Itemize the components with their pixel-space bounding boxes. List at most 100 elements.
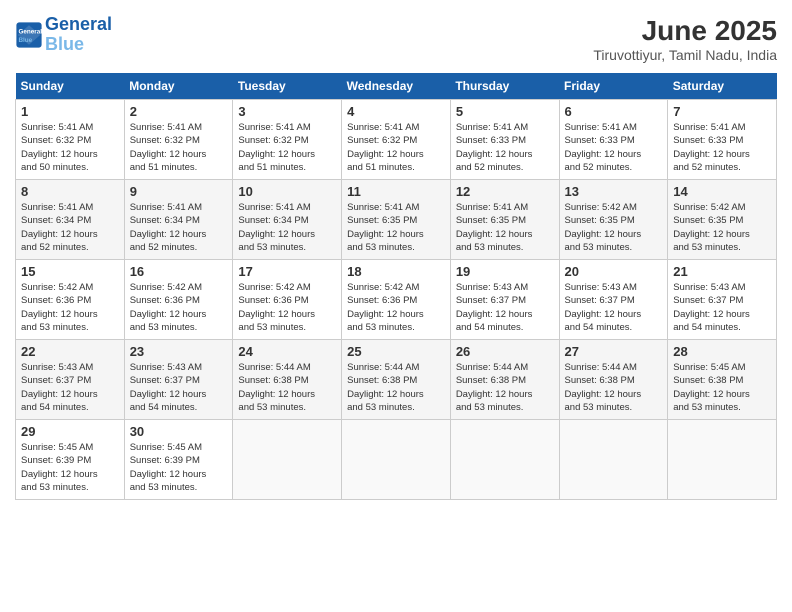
calendar-cell: 7Sunrise: 5:41 AM Sunset: 6:33 PM Daylig… bbox=[668, 100, 777, 180]
day-info: Sunrise: 5:41 AM Sunset: 6:34 PM Dayligh… bbox=[21, 201, 119, 254]
calendar-cell: 19 Sunrise: 5:43 AM Sunset: 6:37 PM Dayli… bbox=[450, 260, 559, 340]
day-number: 1 bbox=[21, 104, 119, 119]
day-number: 8 bbox=[21, 184, 119, 199]
day-number: 27 bbox=[565, 344, 663, 359]
calendar-cell: 28Sunrise: 5:45 AM Sunset: 6:38 PM Dayli… bbox=[668, 340, 777, 420]
day-info: Sunrise: 5:44 AM Sunset: 6:38 PM Dayligh… bbox=[347, 361, 445, 414]
day-number: 2 bbox=[130, 104, 228, 119]
svg-text:General: General bbox=[19, 28, 43, 35]
calendar-cell: 5 Sunrise: 5:41 AM Sunset: 6:33 PM Daylig… bbox=[450, 100, 559, 180]
day-info: Sunrise: 5:43 AM Sunset: 6:37 PM Dayligh… bbox=[673, 281, 771, 334]
calendar-week-row: 15 Sunrise: 5:42 AM Sunset: 6:36 PM Dayli… bbox=[16, 260, 777, 340]
day-number: 9 bbox=[130, 184, 228, 199]
calendar-cell: 6 Sunrise: 5:41 AM Sunset: 6:33 PM Daylig… bbox=[559, 100, 668, 180]
day-number: 6 bbox=[565, 104, 663, 119]
logo-text: General Blue bbox=[45, 15, 112, 55]
day-info: Sunrise: 5:41 AM Sunset: 6:35 PM Dayligh… bbox=[456, 201, 554, 254]
calendar-cell: 10Sunrise: 5:41 AM Sunset: 6:34 PM Dayli… bbox=[233, 180, 342, 260]
calendar-cell: 16 Sunrise: 5:42 AM Sunset: 6:36 PM Dayli… bbox=[124, 260, 233, 340]
weekday-header-saturday: Saturday bbox=[668, 73, 777, 100]
calendar-cell bbox=[233, 420, 342, 500]
day-number: 11 bbox=[347, 184, 445, 199]
day-number: 13 bbox=[565, 184, 663, 199]
calendar-table: SundayMondayTuesdayWednesdayThursdayFrid… bbox=[15, 73, 777, 500]
day-number: 3 bbox=[238, 104, 336, 119]
day-info: Sunrise: 5:41 AM Sunset: 6:32 PM Dayligh… bbox=[238, 121, 336, 174]
page-header: General Blue General Blue June 2025 Tiru… bbox=[15, 15, 777, 63]
calendar-cell: 24 Sunrise: 5:44 AM Sunset: 6:38 PM Dayli… bbox=[233, 340, 342, 420]
calendar-cell: 30 Sunrise: 5:45 AM Sunset: 6:39 PM Dayli… bbox=[124, 420, 233, 500]
calendar-cell: 2 Sunrise: 5:41 AM Sunset: 6:32 PM Daylig… bbox=[124, 100, 233, 180]
day-number: 24 bbox=[238, 344, 336, 359]
calendar-cell bbox=[342, 420, 451, 500]
title-area: June 2025 Tiruvottiyur, Tamil Nadu, Indi… bbox=[593, 15, 777, 63]
calendar-cell: 23 Sunrise: 5:43 AM Sunset: 6:37 PM Dayli… bbox=[124, 340, 233, 420]
day-number: 23 bbox=[130, 344, 228, 359]
day-number: 15 bbox=[21, 264, 119, 279]
calendar-week-row: 22 Sunrise: 5:43 AM Sunset: 6:37 PM Dayli… bbox=[16, 340, 777, 420]
calendar-cell: 25 Sunrise: 5:44 AM Sunset: 6:38 PM Dayli… bbox=[342, 340, 451, 420]
day-number: 5 bbox=[456, 104, 554, 119]
calendar-cell: 15 Sunrise: 5:42 AM Sunset: 6:36 PM Dayli… bbox=[16, 260, 125, 340]
day-number: 20 bbox=[565, 264, 663, 279]
calendar-week-row: 29 Sunrise: 5:45 AM Sunset: 6:39 PM Dayli… bbox=[16, 420, 777, 500]
logo-line1: General bbox=[45, 14, 112, 34]
day-number: 19 bbox=[456, 264, 554, 279]
calendar-cell bbox=[559, 420, 668, 500]
calendar-cell: 9Sunrise: 5:41 AM Sunset: 6:34 PM Daylig… bbox=[124, 180, 233, 260]
day-info: Sunrise: 5:44 AM Sunset: 6:38 PM Dayligh… bbox=[456, 361, 554, 414]
day-number: 17 bbox=[238, 264, 336, 279]
svg-text:Blue: Blue bbox=[19, 37, 33, 44]
calendar-cell: 14Sunrise: 5:42 AM Sunset: 6:35 PM Dayli… bbox=[668, 180, 777, 260]
day-info: Sunrise: 5:43 AM Sunset: 6:37 PM Dayligh… bbox=[21, 361, 119, 414]
day-number: 12 bbox=[456, 184, 554, 199]
calendar-cell: 4Sunrise: 5:41 AM Sunset: 6:32 PM Daylig… bbox=[342, 100, 451, 180]
calendar-cell bbox=[450, 420, 559, 500]
month-title: June 2025 bbox=[593, 15, 777, 47]
day-number: 26 bbox=[456, 344, 554, 359]
calendar-cell: 27 Sunrise: 5:44 AM Sunset: 6:38 PM Dayli… bbox=[559, 340, 668, 420]
weekday-header-sunday: Sunday bbox=[16, 73, 125, 100]
day-info: Sunrise: 5:42 AM Sunset: 6:35 PM Dayligh… bbox=[565, 201, 663, 254]
weekday-header-thursday: Thursday bbox=[450, 73, 559, 100]
weekday-header-row: SundayMondayTuesdayWednesdayThursdayFrid… bbox=[16, 73, 777, 100]
day-info: Sunrise: 5:43 AM Sunset: 6:37 PM Dayligh… bbox=[456, 281, 554, 334]
weekday-header-monday: Monday bbox=[124, 73, 233, 100]
day-info: Sunrise: 5:45 AM Sunset: 6:39 PM Dayligh… bbox=[21, 441, 119, 494]
day-number: 29 bbox=[21, 424, 119, 439]
calendar-cell: 1 Sunrise: 5:41 AM Sunset: 6:32 PM Daylig… bbox=[16, 100, 125, 180]
day-info: Sunrise: 5:42 AM Sunset: 6:36 PM Dayligh… bbox=[21, 281, 119, 334]
day-number: 30 bbox=[130, 424, 228, 439]
calendar-cell: 13 Sunrise: 5:42 AM Sunset: 6:35 PM Dayli… bbox=[559, 180, 668, 260]
day-number: 25 bbox=[347, 344, 445, 359]
calendar-week-row: 1 Sunrise: 5:41 AM Sunset: 6:32 PM Daylig… bbox=[16, 100, 777, 180]
logo-line2: Blue bbox=[45, 34, 84, 54]
day-number: 16 bbox=[130, 264, 228, 279]
calendar-cell: 20Sunrise: 5:43 AM Sunset: 6:37 PM Dayli… bbox=[559, 260, 668, 340]
day-info: Sunrise: 5:42 AM Sunset: 6:36 PM Dayligh… bbox=[347, 281, 445, 334]
day-info: Sunrise: 5:41 AM Sunset: 6:33 PM Dayligh… bbox=[673, 121, 771, 174]
logo: General Blue General Blue bbox=[15, 15, 112, 55]
day-info: Sunrise: 5:42 AM Sunset: 6:36 PM Dayligh… bbox=[238, 281, 336, 334]
day-info: Sunrise: 5:41 AM Sunset: 6:33 PM Dayligh… bbox=[456, 121, 554, 174]
day-info: Sunrise: 5:41 AM Sunset: 6:35 PM Dayligh… bbox=[347, 201, 445, 254]
day-info: Sunrise: 5:42 AM Sunset: 6:36 PM Dayligh… bbox=[130, 281, 228, 334]
calendar-cell: 12 Sunrise: 5:41 AM Sunset: 6:35 PM Dayli… bbox=[450, 180, 559, 260]
day-info: Sunrise: 5:44 AM Sunset: 6:38 PM Dayligh… bbox=[238, 361, 336, 414]
calendar-cell: 22 Sunrise: 5:43 AM Sunset: 6:37 PM Dayli… bbox=[16, 340, 125, 420]
day-info: Sunrise: 5:41 AM Sunset: 6:32 PM Dayligh… bbox=[21, 121, 119, 174]
weekday-header-tuesday: Tuesday bbox=[233, 73, 342, 100]
day-info: Sunrise: 5:41 AM Sunset: 6:32 PM Dayligh… bbox=[347, 121, 445, 174]
day-info: Sunrise: 5:41 AM Sunset: 6:33 PM Dayligh… bbox=[565, 121, 663, 174]
calendar-cell: 17 Sunrise: 5:42 AM Sunset: 6:36 PM Dayli… bbox=[233, 260, 342, 340]
day-number: 21 bbox=[673, 264, 771, 279]
calendar-cell: 3 Sunrise: 5:41 AM Sunset: 6:32 PM Daylig… bbox=[233, 100, 342, 180]
day-number: 22 bbox=[21, 344, 119, 359]
calendar-cell: 18 Sunrise: 5:42 AM Sunset: 6:36 PM Dayli… bbox=[342, 260, 451, 340]
day-info: Sunrise: 5:45 AM Sunset: 6:39 PM Dayligh… bbox=[130, 441, 228, 494]
day-number: 14 bbox=[673, 184, 771, 199]
day-info: Sunrise: 5:43 AM Sunset: 6:37 PM Dayligh… bbox=[130, 361, 228, 414]
day-info: Sunrise: 5:41 AM Sunset: 6:32 PM Dayligh… bbox=[130, 121, 228, 174]
day-number: 18 bbox=[347, 264, 445, 279]
day-info: Sunrise: 5:44 AM Sunset: 6:38 PM Dayligh… bbox=[565, 361, 663, 414]
